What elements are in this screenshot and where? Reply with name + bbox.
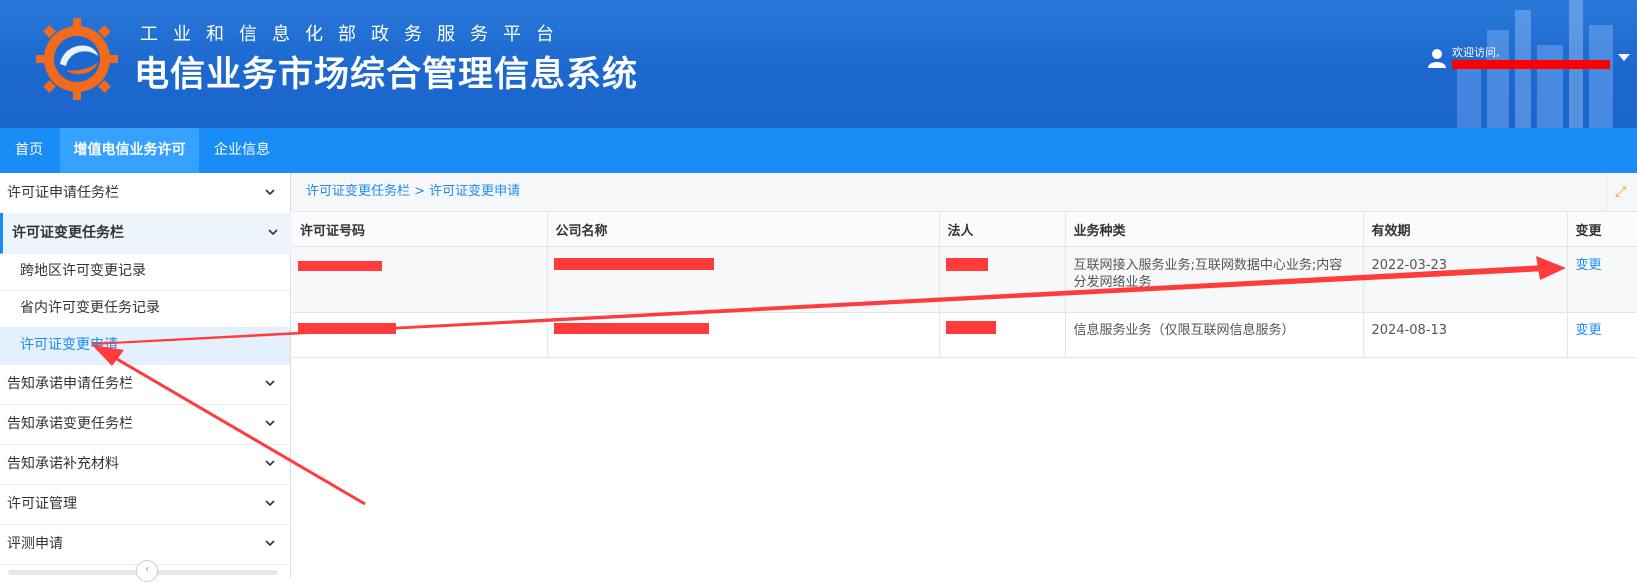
- chevron-down-icon: [265, 500, 275, 507]
- cell-change: 变更: [1567, 246, 1637, 313]
- chevron-down-icon: [265, 540, 275, 547]
- cell-business-type: 互联网接入服务业务;互联网数据中心业务;内容分发网络业务: [1065, 246, 1364, 313]
- sidebar-group-label: 许可证管理: [7, 496, 77, 512]
- expand-icon: ⤢: [1615, 184, 1627, 200]
- sidebar-item-label: 跨地区许可变更记录: [20, 263, 146, 279]
- collapse-icon[interactable]: ‹: [136, 560, 158, 582]
- sidebar: 许可证申请任务栏 许可证变更任务栏 跨地区许可变更记录 省内许可变更任务记录 许…: [0, 173, 293, 582]
- chevron-down-icon: [265, 380, 275, 387]
- platform-title: 工业和信息化部政务服务平台: [140, 24, 569, 45]
- sidebar-group-label: 许可证申请任务栏: [7, 185, 119, 201]
- chevron-down-icon: [265, 460, 275, 467]
- cell-legal-person: [939, 312, 1066, 358]
- cell-change: 变更: [1567, 312, 1637, 358]
- redacted-legal-person: [945, 321, 996, 334]
- chevron-down-icon[interactable]: [1618, 54, 1630, 61]
- column-header-change: 变更: [1567, 212, 1637, 247]
- sidebar-group-license-change[interactable]: 许可证变更任务栏: [0, 213, 293, 254]
- sidebar-group-notice-commitment-application[interactable]: 告知承诺申请任务栏: [0, 364, 290, 405]
- chevron-down-icon: [265, 420, 275, 427]
- redacted-license-number: [298, 261, 382, 271]
- user-icon: [1428, 49, 1446, 68]
- sidebar-group-license-application[interactable]: 许可证申请任务栏: [0, 173, 290, 214]
- nav-item-value-added-license[interactable]: 增值电信业务许可: [60, 128, 199, 173]
- cell-license-number: [292, 246, 548, 313]
- column-header-legal-person: 法人: [939, 212, 1066, 247]
- sidebar-group-license-management[interactable]: 许可证管理: [0, 484, 290, 525]
- cell-company-name: [547, 246, 940, 313]
- column-header-validity: 有效期: [1363, 212, 1568, 247]
- chevron-down-icon: [265, 189, 275, 196]
- redacted-legal-person: [945, 258, 988, 271]
- nav-item-enterprise-info[interactable]: 企业信息: [200, 128, 284, 173]
- breadcrumb-bar: 许可证变更任务栏 > 许可证变更申请 ⤢: [292, 173, 1637, 212]
- sidebar-group-label: 告知承诺申请任务栏: [7, 376, 133, 392]
- change-link[interactable]: 变更: [1576, 323, 1602, 338]
- redacted-company-name: [553, 323, 709, 334]
- license-table: 许可证号码 公司名称 法人 业务种类 有效期 变更 互联网接入服务业务;互联网数…: [292, 212, 1637, 358]
- sidebar-item-label: 省内许可变更任务记录: [20, 300, 160, 316]
- change-link[interactable]: 变更: [1576, 258, 1602, 273]
- column-header-company-name: 公司名称: [547, 212, 940, 247]
- redacted-company-name: [553, 258, 714, 270]
- table-row: 互联网接入服务业务;互联网数据中心业务;内容分发网络业务 2022-03-23 …: [292, 246, 1637, 313]
- header-banner: 工业和信息化部政务服务平台 电信业务市场综合管理信息系统 欢迎访问,: [0, 0, 1637, 128]
- sidebar-group-label: 评测申请: [7, 536, 63, 552]
- sidebar-group-label: 告知承诺变更任务栏: [7, 416, 133, 432]
- ministry-logo: [36, 18, 118, 100]
- cell-business-type: 信息服务业务（仅限互联网信息服务）: [1065, 312, 1364, 358]
- sidebar-item-license-change-application[interactable]: 许可证变更申请: [0, 327, 290, 365]
- table-row: 信息服务业务（仅限互联网信息服务） 2024-08-13 变更: [292, 312, 1637, 358]
- main-content: 许可证变更任务栏 > 许可证变更申请 ⤢ 许可证号码 公司名称 法人 业务种类 …: [292, 173, 1637, 578]
- sidebar-group-label: 许可证变更任务栏: [12, 225, 124, 241]
- top-nav: 首页 增值电信业务许可 企业信息: [0, 128, 1637, 173]
- sidebar-item-label: 许可证变更申请: [20, 337, 118, 353]
- chevron-down-icon: [268, 229, 278, 236]
- sidebar-group-notice-commitment-change[interactable]: 告知承诺变更任务栏: [0, 404, 290, 445]
- cell-company-name: [547, 312, 940, 358]
- sidebar-group-label: 告知承诺补充材料: [7, 456, 119, 472]
- sidebar-group-notice-commitment-supplement[interactable]: 告知承诺补充材料: [0, 444, 290, 485]
- column-header-license-number: 许可证号码: [292, 212, 548, 247]
- fullscreen-button[interactable]: ⤢: [1606, 173, 1637, 211]
- redacted-license-number: [298, 323, 396, 334]
- welcome-text: 欢迎访问,: [1452, 46, 1500, 59]
- column-header-business-type: 业务种类: [1065, 212, 1364, 247]
- user-menu[interactable]: 欢迎访问,: [1428, 44, 1630, 74]
- sidebar-item-provincial-change-records[interactable]: 省内许可变更任务记录: [0, 290, 290, 328]
- cell-validity: 2022-03-23: [1363, 246, 1568, 313]
- table-header-row: 许可证号码 公司名称 法人 业务种类 有效期 变更: [292, 212, 1637, 247]
- nav-item-home[interactable]: 首页: [0, 128, 58, 173]
- system-title: 电信业务市场综合管理信息系统: [134, 55, 639, 95]
- cell-license-number: [292, 312, 548, 358]
- redacted-username: [1452, 60, 1610, 69]
- cell-legal-person: [939, 246, 1066, 313]
- sidebar-group-evaluation-application[interactable]: 评测申请: [0, 524, 290, 565]
- sidebar-item-cross-region-change-records[interactable]: 跨地区许可变更记录: [0, 253, 290, 291]
- breadcrumb[interactable]: 许可证变更任务栏 > 许可证变更申请: [306, 173, 520, 211]
- cell-validity: 2024-08-13: [1363, 312, 1568, 358]
